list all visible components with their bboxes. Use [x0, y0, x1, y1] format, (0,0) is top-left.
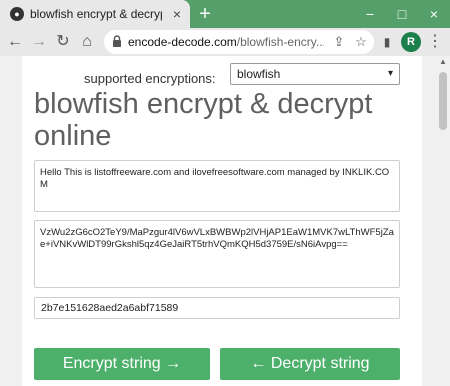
- chevron-down-icon: ▾: [387, 68, 393, 79]
- close-tab-icon[interactable]: ×: [168, 5, 186, 23]
- page-content: supported encryptions: blowfish ▾ blowfi…: [22, 56, 422, 386]
- profile-avatar[interactable]: R: [401, 32, 421, 52]
- scrollbar[interactable]: ▲: [436, 56, 450, 386]
- address-bar[interactable]: encode-decode.com/blowfish-encry... ⇪ ☆: [104, 30, 374, 54]
- page-viewport: supported encryptions: blowfish ▾ blowfi…: [0, 56, 450, 386]
- lock-icon: [113, 35, 121, 47]
- supported-encryptions-label: supported encryptions:: [84, 71, 216, 86]
- ciphertext-textarea[interactable]: VzWu2zG6cO2TeY9/MaPzgur4lV6wVLxBWBWp2lVH…: [34, 220, 400, 288]
- decrypt-button[interactable]: ← Decrypt string: [220, 348, 400, 380]
- browser-title-bar: ● blowfish encrypt & decrypt online × + …: [0, 0, 450, 28]
- browser-tab[interactable]: ● blowfish encrypt & decrypt online ×: [0, 0, 190, 28]
- encryption-select[interactable]: blowfish ▾: [230, 63, 400, 85]
- globe-icon: ●: [10, 7, 24, 21]
- side-panel-icon[interactable]: ▮: [376, 31, 398, 53]
- page-title: blowfish encrypt & decrypt online: [34, 88, 373, 152]
- forward-icon[interactable]: →: [28, 31, 50, 53]
- close-window-icon[interactable]: ×: [418, 0, 450, 28]
- encryption-select-value: blowfish: [237, 67, 281, 81]
- plaintext-textarea[interactable]: Hello This is listoffreeware.com and ilo…: [34, 160, 400, 212]
- reload-icon[interactable]: ↻: [52, 31, 74, 53]
- home-icon[interactable]: ⌂: [76, 31, 98, 53]
- back-icon[interactable]: ←: [4, 31, 26, 53]
- minimize-icon[interactable]: −: [354, 0, 386, 28]
- scroll-up-icon[interactable]: ▲: [439, 58, 447, 66]
- scrollbar-thumb[interactable]: [439, 72, 447, 130]
- url-text: encode-decode.com/blowfish-encry...: [128, 35, 324, 49]
- bookmark-star-icon[interactable]: ☆: [352, 33, 370, 51]
- encrypt-button[interactable]: Encrypt string →: [34, 348, 210, 380]
- key-input[interactable]: 2b7e151628aed2a6abf71589: [34, 297, 400, 319]
- maximize-icon[interactable]: □: [386, 0, 418, 28]
- share-icon[interactable]: ⇪: [330, 33, 348, 51]
- new-tab-button[interactable]: +: [194, 3, 216, 25]
- tab-title: blowfish encrypt & decrypt online: [30, 7, 162, 21]
- browser-toolbar: ← → ↻ ⌂ encode-decode.com/blowfish-encry…: [0, 28, 450, 56]
- menu-icon[interactable]: ⋮: [424, 31, 446, 53]
